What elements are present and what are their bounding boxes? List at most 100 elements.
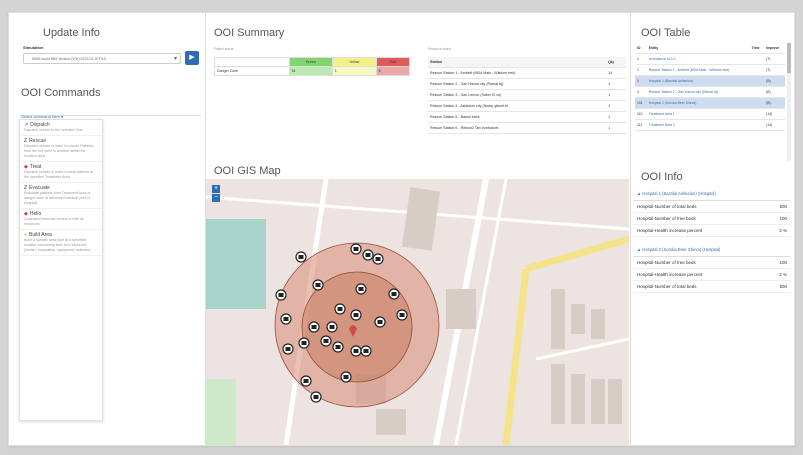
ooi-id-cell: 101: [635, 97, 647, 109]
resource-status-table: Station Qty Rescue Station 1 - Ambinit (MD…: [428, 57, 626, 134]
resource-header-row: Station Qty: [428, 57, 626, 68]
ooi-entity-cell: Hospital 1 (Barzilai Ashkelon): [646, 75, 750, 87]
ooi-time-cell: [749, 108, 765, 120]
ambulance-marker-icon[interactable]: [300, 375, 312, 387]
ambulance-marker-icon[interactable]: [350, 309, 362, 321]
ooi-value-cell: (B): [764, 97, 785, 109]
ambulance-marker-icon[interactable]: [280, 313, 292, 325]
ooi-table-title: OOI Table: [641, 27, 691, 39]
command-description: Dispatch vehicle in order to treat patie…: [24, 170, 94, 179]
gis-map[interactable]: + −: [206, 179, 629, 445]
ooi-entity-cell: Ambulance ALS-1: [646, 53, 750, 65]
resource-cell: Rescue Station 4 - Ashkelon city (Ndas) …: [428, 100, 607, 112]
command-description: Build a specific area type at a specifie…: [24, 238, 91, 252]
info-label: Hospital-Health increase percent: [637, 228, 703, 233]
ambulance-marker-icon[interactable]: [362, 249, 374, 261]
ooi-table-header-cell[interactable]: Entity: [646, 43, 750, 54]
ooi-table-header-cell[interactable]: ID: [635, 43, 647, 54]
ambulance-marker-icon[interactable]: [396, 309, 408, 321]
info-row: Hospital-Number of total beds 500: [633, 201, 791, 213]
summary-header-row: Green Yellow Red: [214, 57, 411, 67]
command-item[interactable]: ◆ Hello Command resource behind to refill …: [20, 209, 102, 230]
command-description: Evacuate patients from Treatment Area or…: [24, 191, 91, 205]
ambulance-marker-icon[interactable]: [275, 289, 287, 301]
resource-row[interactable]: Rescue Station 5 - Barsul bank 1: [428, 111, 626, 123]
ambulance-marker-icon[interactable]: [360, 345, 372, 357]
scrollbar-thumb[interactable]: [787, 43, 791, 73]
ooi-value-cell: (T): [764, 53, 785, 65]
map-canvas[interactable]: [206, 179, 629, 445]
play-button[interactable]: ▶: [185, 51, 199, 65]
zoom-out-button[interactable]: −: [212, 194, 220, 202]
app-frame: Update Info Simulation MSM world IBM Ver…: [8, 12, 795, 446]
ambulance-marker-icon[interactable]: [372, 253, 384, 265]
ooi-table-row[interactable]: 2 Rescue Station 1 - Ambinit (MDA Main - …: [635, 64, 785, 76]
resource-row[interactable]: Rescue Station 6 - Ribbon2 Tan Ironbashe…: [428, 122, 626, 134]
update-info-title: Update Info: [43, 27, 100, 39]
command-item[interactable]: Z Rescue Dispatch vehicle in order to resc…: [20, 136, 102, 162]
summary-cell: 1: [331, 66, 377, 76]
ooi-value-cell: (B): [764, 75, 785, 87]
ambulance-marker-icon[interactable]: [340, 371, 352, 383]
hospital-1-group-header[interactable]: ▲ Hospital 1 (Barzilai Ashkelon) (Hospit…: [633, 187, 791, 201]
info-row: Hospital-Number of total beds 500: [633, 281, 791, 293]
ambulance-marker-icon[interactable]: [282, 343, 294, 355]
ooi-table-row[interactable]: 101 Hospital 2 (Soroka Beer Sheva) (B): [635, 97, 785, 109]
resource-row[interactable]: Rescue Station 3 - Gan Lemon (Saber El c…: [428, 89, 626, 101]
info-label: Hospital-Number of total beds: [637, 284, 697, 289]
command-item[interactable]: ● Build Area Build a specific area type at…: [20, 230, 102, 256]
ambulance-marker-icon[interactable]: [298, 337, 310, 349]
ooi-entity-cell: Rescue Station 2 - Gan Hanna city (Ramat…: [646, 86, 750, 98]
ooi-table-row[interactable]: 3 Hospital 1 (Barzilai Ashkelon) (B): [635, 75, 785, 87]
ooi-table-row[interactable]: 1 Ambulance ALS-1 (T): [635, 53, 785, 65]
ambulance-marker-icon[interactable]: [312, 279, 324, 291]
ooi-table-header-cell[interactable]: Improve: [764, 43, 785, 54]
resource-cell: 1: [606, 78, 626, 90]
summary-cell: 6: [375, 66, 411, 76]
info-label: Hospital-Number of free beds: [637, 260, 696, 265]
table-scrollbar[interactable]: [787, 43, 791, 161]
ooi-table-row[interactable]: 110 Treatment Area 1 (14): [635, 108, 785, 120]
ambulance-marker-icon[interactable]: [334, 303, 346, 315]
command-description: Dispatch vehicle in order to rescue Pati…: [24, 144, 94, 158]
simulation-label: Simulation: [23, 45, 44, 50]
ooi-info-content: ▲ Hospital 1 (Barzilai Ashkelon) (Hospit…: [633, 187, 791, 293]
hospital-2-group-header[interactable]: ▲ Hospital 2 (Soroka Beer Sheva) (Hospit…: [633, 243, 791, 257]
command-select[interactable]: Select command here ▾: [21, 105, 201, 119]
ambulance-marker-icon[interactable]: [310, 391, 322, 403]
ambulance-marker-icon[interactable]: [355, 283, 367, 295]
info-value: 2 %: [779, 228, 787, 233]
ambulance-marker-icon[interactable]: [320, 335, 332, 347]
resource-row[interactable]: Rescue Station 2 - Gan Hanna city (Ramat…: [428, 78, 626, 90]
ambulance-marker-icon[interactable]: [388, 288, 400, 300]
ooi-time-cell: [749, 53, 765, 65]
simulation-select[interactable]: MSM world IBM Version (V3) (2013-01-07T4…: [23, 53, 181, 64]
ooi-table-row[interactable]: 4 Rescue Station 2 - Gan Hanna city (Rama…: [635, 86, 785, 98]
command-item[interactable]: ↗ Dispatch Dispatch vehicle to the selecte…: [20, 120, 102, 136]
summary-header-cell: Green: [288, 57, 333, 67]
command-item[interactable]: Z Evacuate Evacuate patients from Treatmen…: [20, 183, 102, 209]
info-label: Hospital-Number of total beds: [637, 204, 697, 209]
resource-header-cell: Station: [428, 57, 607, 68]
resource-cell: Rescue Station 3 - Gan Lemon (Saber El c…: [428, 89, 607, 101]
ambulance-marker-icon[interactable]: [295, 251, 307, 263]
ambulance-marker-icon[interactable]: [332, 341, 344, 353]
ooi-entity-cell: Rescue Station 1 - Ambinit (MDA Main - W…: [646, 64, 750, 76]
ambulance-marker-icon[interactable]: [374, 316, 386, 328]
ooi-info-title: OOI Info: [641, 171, 683, 183]
resource-cell: 14: [606, 67, 626, 79]
ambulance-marker-icon[interactable]: [350, 243, 362, 255]
ooi-table-row[interactable]: 111 Treatment Area 2 (14): [635, 119, 785, 131]
resource-cell: 1: [606, 89, 626, 101]
ambulance-marker-icon[interactable]: [350, 345, 362, 357]
command-item[interactable]: ◆ Treat Dispatch vehicle in order to treat…: [20, 162, 102, 183]
ooi-commands-title: OOI Commands: [21, 87, 101, 99]
ambulance-marker-icon[interactable]: [308, 321, 320, 333]
info-row: Hospital-Number of free beds 100: [633, 213, 791, 225]
ambulance-marker-icon[interactable]: [326, 321, 338, 333]
resource-cell: Rescue Station 6 - Ribbon2 Tan Ironbashe…: [428, 122, 607, 134]
resource-row[interactable]: Rescue Station 1 - Ambinit (MDA Main - W…: [428, 67, 626, 79]
zoom-in-button[interactable]: +: [212, 185, 220, 193]
ooi-table-header-cell[interactable]: Time: [749, 43, 765, 54]
resource-row[interactable]: Rescue Station 4 - Ashkelon city (Ndas) …: [428, 100, 626, 112]
